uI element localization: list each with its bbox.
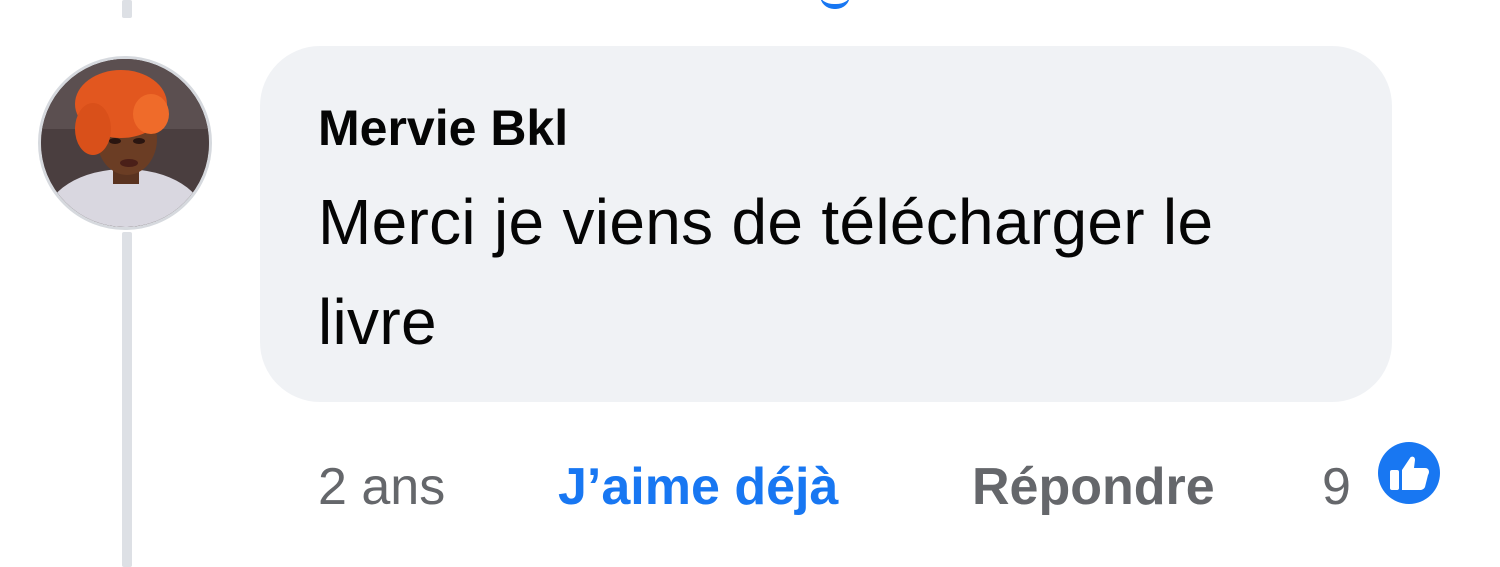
reply-button[interactable]: Répondre	[972, 452, 1215, 522]
thumbs-up-icon[interactable]	[1374, 438, 1444, 508]
thread-connector-top	[122, 0, 132, 18]
avatar[interactable]	[38, 56, 212, 230]
comment-bubble: Mervie Bkl Merci je viens de télécharger…	[260, 46, 1392, 402]
comment-timestamp[interactable]: 2 ans	[318, 452, 445, 522]
previous-comment-hint	[820, 0, 850, 9]
comment-author[interactable]: Mervie Bkl	[318, 96, 1352, 160]
reaction-count[interactable]: 9	[1322, 452, 1351, 522]
comment-thread: Mervie Bkl Merci je viens de télécharger…	[0, 0, 1500, 567]
like-button[interactable]: J’aime déjà	[558, 452, 838, 522]
comment-actions: 2 ans J’aime déjà Répondre 9	[0, 452, 1500, 522]
comment-text: Merci je viens de télécharger le livre	[318, 186, 1214, 358]
